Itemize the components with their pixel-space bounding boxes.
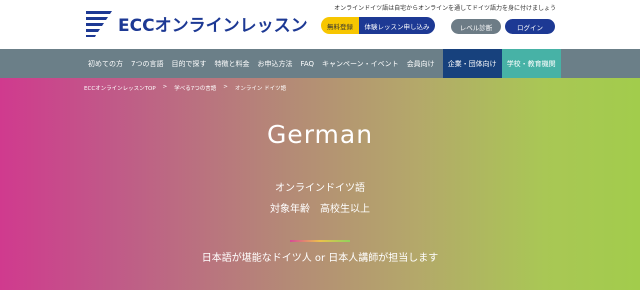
page-title: German xyxy=(266,120,374,149)
nav-item-members[interactable]: 会員向け xyxy=(403,49,439,78)
breadcrumb-current: オンライン ドイツ語 xyxy=(234,86,287,92)
level-check-button[interactable]: レベル診断 xyxy=(451,19,501,34)
page-subtitle: オンラインドイツ語 xyxy=(275,183,365,194)
site-header: オンラインドイツ語は自宅からオンラインを通してドイツ語力を身に付けましょう EC… xyxy=(0,0,640,49)
hero-banner: ECCオンラインレッスンTOP > 学べる7つの言語 > オンライン ドイツ語 … xyxy=(0,78,640,290)
hero-divider xyxy=(290,240,350,242)
breadcrumb-top-link[interactable]: ECCオンラインレッスンTOP xyxy=(84,84,156,92)
nav-item-by-purpose[interactable]: 目的で探す xyxy=(167,49,210,78)
nav-item-faq[interactable]: FAQ xyxy=(296,49,318,78)
nav-item-school[interactable]: 学校・教育機関 xyxy=(501,49,561,78)
target-age: 対象年齢 高校生以上 xyxy=(270,204,370,215)
login-button[interactable]: ログイン xyxy=(505,19,555,34)
nav-item-how-to-apply[interactable]: お申込方法 xyxy=(253,49,296,78)
main-nav: 初めての方 7つの言語 目的で探す 特徴と料金 お申込方法 FAQ キャンペーン… xyxy=(0,49,640,78)
header-tagline: オンラインドイツ語は自宅からオンラインを通してドイツ語力を身に付けましょう xyxy=(334,5,556,12)
nav-item-corporate[interactable]: 企業・団体向け xyxy=(442,49,502,78)
nav-item-campaign-event[interactable]: キャンペーン・イベント xyxy=(318,49,403,78)
nav-item-seven-languages[interactable]: 7つの言語 xyxy=(127,49,167,78)
nav-item-features-pricing[interactable]: 特徴と料金 xyxy=(210,49,253,78)
breadcrumb-languages-link[interactable]: 学べる7つの言語 xyxy=(174,84,216,92)
trial-lesson-button[interactable]: 体験レッスン申し込み xyxy=(359,17,435,34)
breadcrumb-separator: > xyxy=(223,84,228,90)
logo-text: ECCオンラインレッスン xyxy=(118,15,308,36)
instructor-note: 日本語が堪能なドイツ人 or 日本人講師が担当します xyxy=(201,253,439,264)
ecc-logo-mark-icon xyxy=(86,11,112,37)
ecc-logo[interactable]: ECCオンラインレッスン xyxy=(84,8,344,38)
registration-buttons: 無料登録 体験レッスン申し込み xyxy=(321,17,435,34)
breadcrumb-separator: > xyxy=(162,84,168,90)
nav-item-first-time[interactable]: 初めての方 xyxy=(84,49,127,78)
breadcrumb: ECCオンラインレッスンTOP > 学べる7つの言語 > オンライン ドイツ語 xyxy=(84,84,286,92)
free-register-button[interactable]: 無料登録 xyxy=(321,17,359,34)
